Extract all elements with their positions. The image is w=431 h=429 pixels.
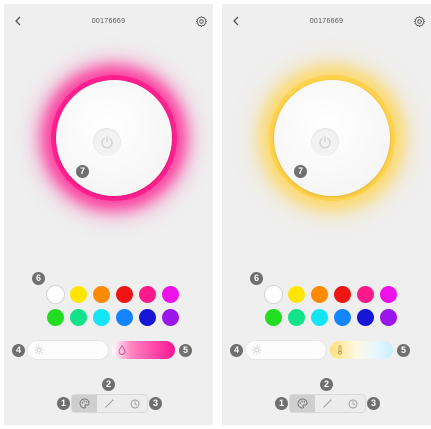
color-swatch[interactable] bbox=[47, 309, 64, 326]
clock-icon bbox=[130, 399, 139, 408]
badge-power: 7 bbox=[294, 165, 307, 178]
device-title: 00176669 bbox=[91, 18, 126, 25]
magic-wand-icon bbox=[105, 398, 115, 408]
color-swatch[interactable] bbox=[93, 309, 110, 326]
swatch-row-1 bbox=[47, 286, 179, 303]
power-icon bbox=[101, 135, 113, 149]
mode-tab-bar bbox=[72, 395, 147, 412]
thermometer-icon bbox=[338, 345, 343, 355]
magic-wand-icon bbox=[323, 398, 333, 408]
color-swatch[interactable] bbox=[265, 286, 282, 303]
badge-mode-scene: 2 bbox=[320, 378, 333, 391]
color-swatch[interactable] bbox=[311, 309, 328, 326]
badge-brightness: 4 bbox=[12, 344, 25, 357]
badge-temperature: 5 bbox=[397, 344, 410, 357]
color-temperature-slider[interactable] bbox=[112, 341, 175, 359]
color-swatch[interactable] bbox=[116, 309, 133, 326]
palette-icon bbox=[297, 398, 308, 409]
color-swatch[interactable] bbox=[265, 309, 282, 326]
color-swatch[interactable] bbox=[357, 309, 374, 326]
swatch-row-2 bbox=[265, 309, 397, 326]
droplet-icon bbox=[118, 345, 126, 355]
color-swatch[interactable] bbox=[47, 286, 64, 303]
badge-mode-color: 1 bbox=[57, 397, 70, 410]
color-swatch[interactable] bbox=[380, 309, 397, 326]
color-swatch[interactable] bbox=[162, 309, 179, 326]
brightness-slider[interactable] bbox=[246, 341, 326, 359]
gear-icon[interactable] bbox=[195, 15, 208, 28]
color-swatch[interactable] bbox=[380, 286, 397, 303]
badge-mode-timer: 3 bbox=[367, 397, 380, 410]
color-swatch[interactable] bbox=[334, 309, 351, 326]
color-swatch[interactable] bbox=[288, 286, 305, 303]
badge-palette: 6 bbox=[250, 272, 263, 285]
sun-icon bbox=[252, 345, 262, 355]
device-title: 00176669 bbox=[309, 18, 344, 25]
color-swatch[interactable] bbox=[357, 286, 374, 303]
swatch-row-2 bbox=[47, 309, 179, 326]
badge-power: 7 bbox=[76, 165, 89, 178]
swatch-row-1 bbox=[265, 286, 397, 303]
color-swatch[interactable] bbox=[139, 286, 156, 303]
tab-color-mode[interactable] bbox=[72, 395, 97, 412]
color-swatch[interactable] bbox=[70, 309, 87, 326]
color-swatch[interactable] bbox=[334, 286, 351, 303]
tab-scene-mode[interactable] bbox=[97, 395, 122, 412]
color-swatch[interactable] bbox=[70, 286, 87, 303]
power-button[interactable] bbox=[93, 128, 121, 156]
tab-color-mode[interactable] bbox=[290, 395, 315, 412]
phone-screen-color: 00176669 7 6 4 5 2 1 3 bbox=[4, 4, 213, 425]
color-swatch[interactable] bbox=[288, 309, 305, 326]
badge-mode-scene: 2 bbox=[102, 378, 115, 391]
tab-scene-mode[interactable] bbox=[315, 395, 340, 412]
color-swatch[interactable] bbox=[116, 286, 133, 303]
color-swatch[interactable] bbox=[93, 286, 110, 303]
badge-brightness: 4 bbox=[230, 344, 243, 357]
sun-icon bbox=[34, 345, 44, 355]
tab-timer-mode[interactable] bbox=[340, 395, 365, 412]
palette-icon bbox=[79, 398, 90, 409]
color-swatch[interactable] bbox=[139, 309, 156, 326]
brightness-slider[interactable] bbox=[28, 341, 108, 359]
mode-tab-bar bbox=[290, 395, 365, 412]
phone-screen-white: 00176669 7 6 4 5 2 1 3 bbox=[222, 4, 431, 425]
color-temperature-slider[interactable] bbox=[330, 341, 393, 359]
badge-mode-timer: 3 bbox=[149, 397, 162, 410]
tab-timer-mode[interactable] bbox=[122, 395, 147, 412]
clock-icon bbox=[348, 399, 357, 408]
power-icon bbox=[319, 135, 331, 149]
badge-palette: 6 bbox=[32, 272, 45, 285]
power-button[interactable] bbox=[311, 128, 339, 156]
gear-icon[interactable] bbox=[413, 15, 426, 28]
color-swatch[interactable] bbox=[162, 286, 179, 303]
badge-mode-color: 1 bbox=[275, 397, 288, 410]
color-swatch[interactable] bbox=[311, 286, 328, 303]
badge-temperature: 5 bbox=[179, 344, 192, 357]
